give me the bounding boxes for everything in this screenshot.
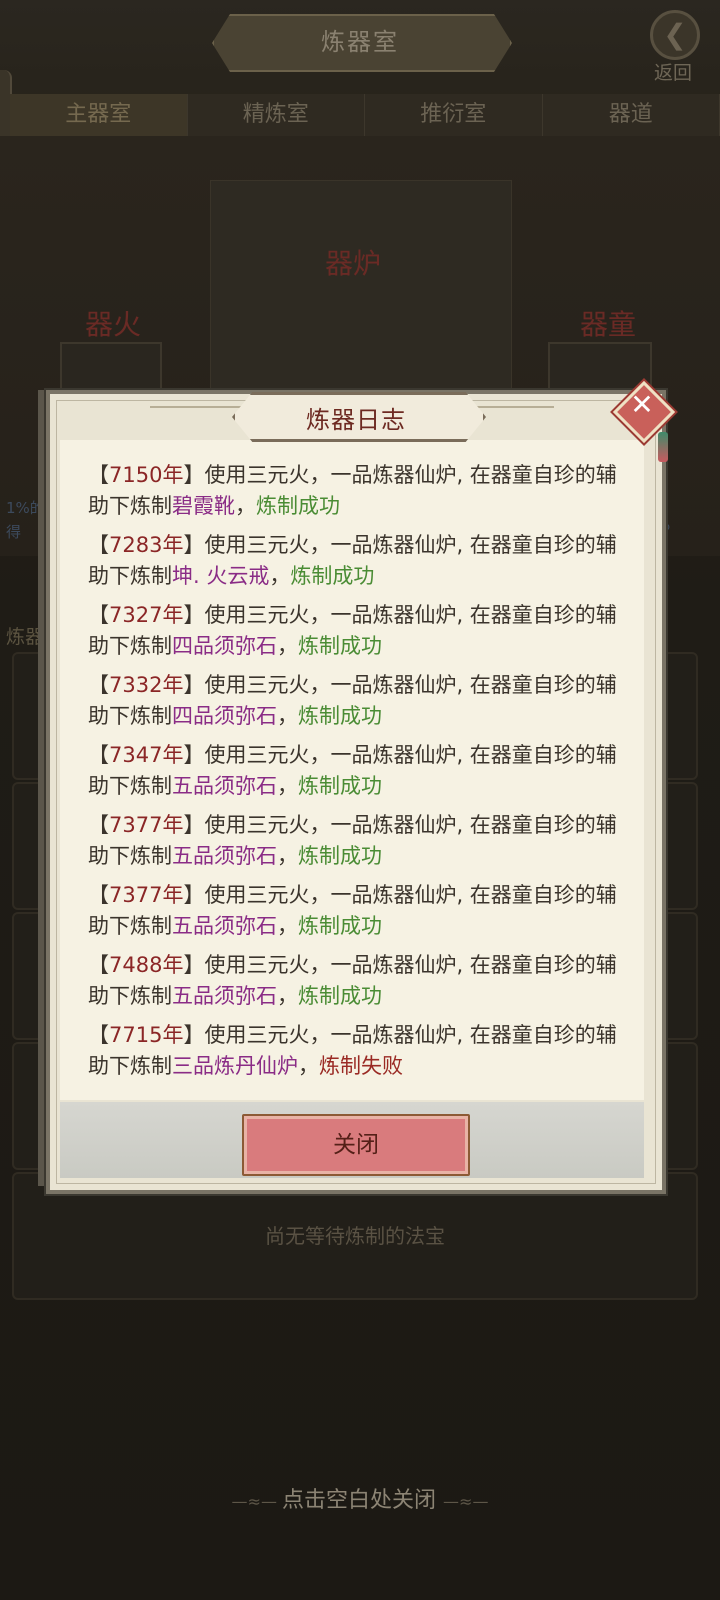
- log-bracket-open: 【: [88, 673, 109, 697]
- empty-queue-text: 尚无等待炼制的法宝: [265, 1224, 445, 1248]
- hint-text: 点击空白处关闭: [282, 1488, 437, 1513]
- back-label: 返回: [653, 62, 692, 84]
- log-comma: ，: [277, 984, 298, 1008]
- log-item: 五品须弥石: [172, 984, 277, 1008]
- fire-label: 器火: [85, 308, 142, 341]
- log-comma: ，: [235, 494, 256, 518]
- log-entry: 【7377年】使用三元火，一品炼器仙炉, 在器童自珍的辅助下炼制五品须弥石，炼制…: [88, 880, 628, 942]
- close-icon: ✕: [630, 388, 654, 421]
- log-result: 炼制成功: [256, 494, 340, 518]
- log-bracket-close: 】: [183, 883, 205, 907]
- log-entry: 【7347年】使用三元火，一品炼器仙炉, 在器童自珍的辅助下炼制五品须弥石，炼制…: [88, 740, 628, 802]
- close-x-button[interactable]: ✕: [612, 380, 676, 462]
- log-result: 炼制成功: [298, 634, 382, 658]
- log-bracket-open: 【: [88, 463, 109, 487]
- close-button[interactable]: 关闭: [242, 1114, 470, 1176]
- log-comma: ，: [269, 564, 291, 588]
- log-year: 7150年: [109, 463, 184, 487]
- log-bracket-open: 【: [88, 1023, 109, 1047]
- furnace-label: 器炉: [325, 247, 382, 280]
- log-year: 7283年: [109, 533, 184, 557]
- log-comma: ，: [277, 634, 298, 658]
- log-result: 炼制成功: [290, 564, 375, 588]
- boy-label: 器童: [580, 308, 637, 341]
- tab-bar: 主器室 精炼室 推衍室 器道: [10, 94, 720, 136]
- log-result: 炼制成功: [298, 704, 382, 728]
- log-item: 四品须弥石: [172, 634, 277, 658]
- log-bracket-open: 【: [88, 603, 109, 627]
- log-bracket-close: 】: [183, 603, 205, 627]
- log-bracket-open: 【: [88, 533, 109, 557]
- log-bracket-close: 】: [183, 813, 205, 837]
- ornament-right-icon: —≈—: [443, 1492, 489, 1511]
- log-item: 五品须弥石: [172, 914, 277, 938]
- tab-deduce-room[interactable]: 推衍室: [365, 94, 543, 136]
- back-button[interactable]: ❮ 返回: [642, 8, 704, 84]
- log-item: 三品炼丹仙炉: [172, 1054, 298, 1078]
- log-comma: ，: [277, 704, 298, 728]
- log-bracket-open: 【: [88, 953, 109, 977]
- log-result: 炼制成功: [298, 914, 382, 938]
- log-list[interactable]: 【7150年】使用三元火，一品炼器仙炉, 在器童自珍的辅助下炼制碧霞靴，炼制成功…: [88, 460, 628, 1090]
- log-comma: ，: [298, 1054, 319, 1078]
- log-year: 7715年: [109, 1023, 184, 1047]
- tab-refine-room[interactable]: 精炼室: [187, 94, 365, 136]
- log-item: 坤. 火云戒: [172, 564, 270, 588]
- log-result: 炼制成功: [298, 984, 382, 1008]
- log-comma: ，: [277, 774, 298, 798]
- ornament-left-icon: —≈—: [231, 1492, 283, 1511]
- log-bracket-close: 】: [183, 463, 205, 487]
- tab-artifact-dao[interactable]: 器道: [542, 94, 720, 136]
- back-arrow-icon: ❮: [650, 10, 700, 60]
- log-year: 7332年: [109, 673, 184, 697]
- forge-log-dialog: 炼器日志 ✕ 【7150年】使用三元火，一品炼器仙炉, 在器童自珍的辅助下炼制碧…: [38, 380, 676, 1212]
- log-year: 7327年: [109, 603, 184, 627]
- close-button-label: 关闭: [333, 1132, 379, 1158]
- log-result: 炼制成功: [298, 774, 382, 798]
- log-entry: 【7150年】使用三元火，一品炼器仙炉, 在器童自珍的辅助下炼制碧霞靴，炼制成功: [88, 460, 628, 522]
- log-comma: ，: [277, 914, 298, 938]
- log-bracket-close: 】: [183, 533, 205, 557]
- log-item: 四品须弥石: [172, 704, 277, 728]
- page-title: 炼器室: [321, 28, 399, 56]
- dialog-rail-left: [38, 390, 46, 1186]
- log-entry: 【7377年】使用三元火，一品炼器仙炉, 在器童自珍的辅助下炼制五品须弥石，炼制…: [88, 810, 628, 872]
- fire-slot[interactable]: [60, 342, 162, 396]
- log-bracket-close: 】: [183, 673, 205, 697]
- tab-main-room[interactable]: 主器室: [10, 94, 188, 136]
- log-comma: ，: [277, 844, 298, 868]
- log-year: 7347年: [109, 743, 184, 767]
- tassel-icon: [658, 432, 668, 462]
- log-bracket-open: 【: [88, 743, 109, 767]
- tap-outside-hint[interactable]: —≈— 点击空白处关闭 —≈—: [0, 1482, 720, 1514]
- log-entry: 【7488年】使用三元火，一品炼器仙炉, 在器童自珍的辅助下炼制五品须弥石，炼制…: [88, 950, 628, 1012]
- log-entry: 【7283年】使用三元火，一品炼器仙炉, 在器童自珍的辅助下炼制坤. 火云戒，炼…: [88, 530, 628, 592]
- log-bracket-open: 【: [88, 813, 109, 837]
- log-entry: 【7327年】使用三元火，一品炼器仙炉, 在器童自珍的辅助下炼制四品须弥石，炼制…: [88, 600, 628, 662]
- log-entry: 【7715年】使用三元火，一品炼器仙炉, 在器童自珍的辅助下炼制三品炼丹仙炉，炼…: [88, 1020, 628, 1082]
- log-entry: 【7332年】使用三元火，一品炼器仙炉, 在器童自珍的辅助下炼制四品须弥石，炼制…: [88, 670, 628, 732]
- log-item: 碧霞靴: [172, 494, 235, 518]
- log-bracket-close: 】: [183, 743, 205, 767]
- log-result: 炼制成功: [298, 844, 382, 868]
- log-item: 五品须弥石: [172, 774, 277, 798]
- log-year: 7488年: [109, 953, 184, 977]
- log-result: 炼制失败: [319, 1054, 403, 1078]
- log-bracket-close: 】: [183, 953, 205, 977]
- log-bracket-open: 【: [88, 883, 109, 907]
- log-year: 7377年: [109, 813, 184, 837]
- log-item: 五品须弥石: [172, 844, 277, 868]
- log-year: 7377年: [109, 883, 184, 907]
- dialog-title: 炼器日志: [306, 406, 406, 434]
- log-bracket-close: 】: [183, 1023, 205, 1047]
- furnace-panel: [210, 180, 512, 392]
